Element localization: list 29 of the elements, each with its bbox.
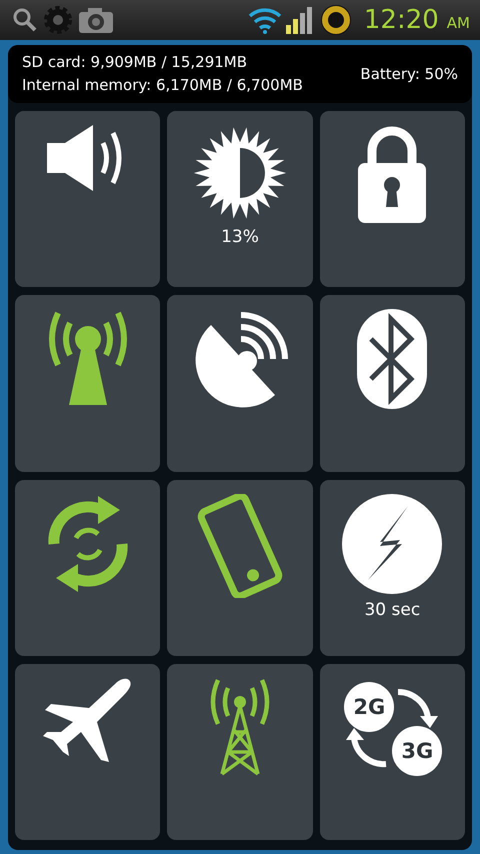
sd-card-text: SD card: 9,909MB / 15,291MB xyxy=(22,52,248,73)
rotation-tile[interactable] xyxy=(167,480,313,656)
battery-text: Battery: 50% xyxy=(360,64,458,84)
volume-tile[interactable] xyxy=(15,111,160,288)
bluetooth-tile[interactable] xyxy=(320,295,465,472)
tile-value: 30 sec xyxy=(364,600,420,620)
sync-tile[interactable] xyxy=(15,480,160,656)
lightning-bolt-icon xyxy=(342,494,442,594)
gps-tile[interactable] xyxy=(167,295,313,472)
lock-tile[interactable] xyxy=(320,111,465,288)
clock-time: 12:20 xyxy=(364,5,439,35)
brightness-tile[interactable]: 13% xyxy=(167,111,313,288)
search-icon[interactable] xyxy=(12,7,38,33)
tile-value: 13% xyxy=(221,227,259,247)
wifi-icon xyxy=(248,6,282,34)
timeout-tile[interactable]: 30 sec xyxy=(320,480,465,656)
gear-icon[interactable] xyxy=(42,4,74,36)
clock-meridiem: AM xyxy=(446,14,470,32)
network-label: 3G xyxy=(392,726,442,776)
hotspot-tile[interactable] xyxy=(15,295,160,472)
data-tile[interactable] xyxy=(167,664,313,840)
airplane-tile[interactable] xyxy=(15,664,160,840)
ring-icon xyxy=(320,4,352,36)
network-mode-tile[interactable]: 2G 3G xyxy=(320,664,465,840)
airplane-icon xyxy=(42,678,133,762)
camera-icon[interactable] xyxy=(78,6,114,34)
internal-memory-text: Internal memory: 6,170MB / 6,700MB xyxy=(22,75,304,96)
network-label: 2G xyxy=(344,682,394,732)
padlock-icon xyxy=(358,125,426,223)
